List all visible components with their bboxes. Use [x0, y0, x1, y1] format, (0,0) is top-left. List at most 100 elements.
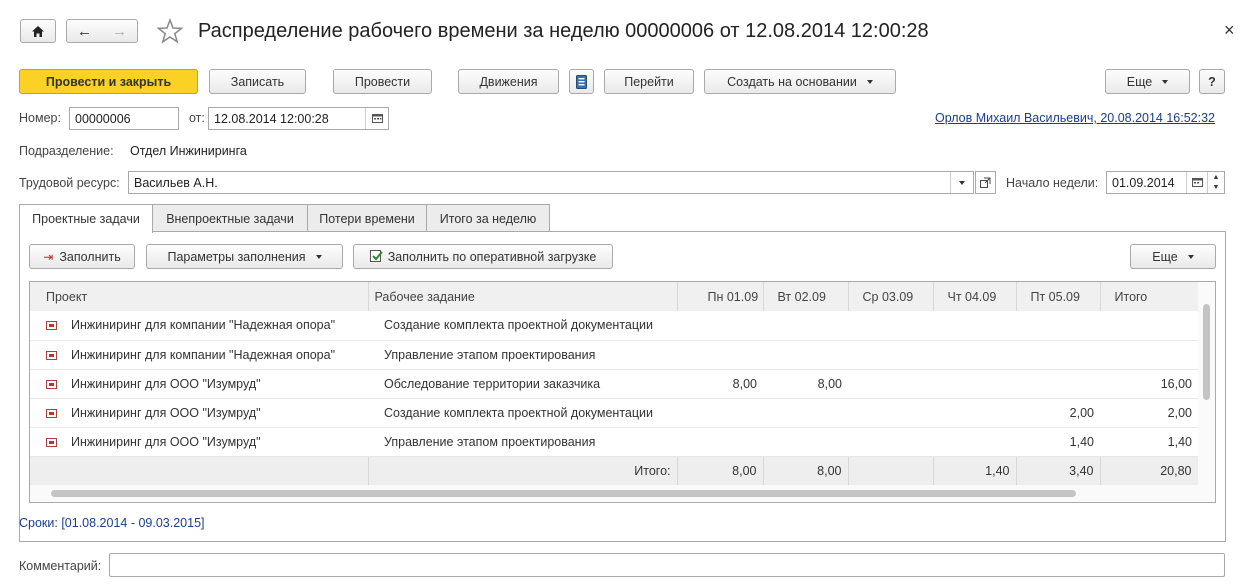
hours-cell[interactable] — [848, 340, 933, 370]
tab-project-tasks[interactable]: Проектные задачи — [19, 204, 153, 233]
hours-cell[interactable] — [848, 369, 933, 399]
column-header[interactable]: Итого — [1100, 282, 1199, 311]
date-field[interactable]: 12.08.2014 12:00:28 — [208, 107, 389, 130]
table-row[interactable]: Инжиниринг для компании "Надежная опора"… — [30, 340, 1198, 370]
hours-cell[interactable] — [1016, 340, 1100, 370]
week-start-field[interactable]: 01.09.2014 ▲ ▼ — [1106, 171, 1225, 194]
tab-non-project-tasks[interactable]: Внепроектные задачи — [152, 204, 308, 232]
week-start-label: Начало недели: — [1006, 176, 1099, 190]
save-button[interactable]: Записать — [209, 69, 306, 94]
task-cell[interactable]: Создание комплекта проектной документаци… — [368, 398, 677, 428]
post-button[interactable]: Провести — [333, 69, 432, 94]
hours-cell[interactable] — [677, 427, 763, 457]
calendar-icon[interactable] — [365, 108, 388, 129]
column-header[interactable]: Рабочее задание — [368, 282, 678, 311]
project-cell[interactable]: Инжиниринг для компании "Надежная опора" — [30, 340, 368, 370]
hours-cell[interactable] — [933, 398, 1016, 428]
table-more-button[interactable]: Еще — [1130, 244, 1216, 269]
hours-cell[interactable] — [763, 311, 848, 341]
open-icon — [980, 177, 991, 188]
hours-cell[interactable] — [677, 340, 763, 370]
table-row[interactable]: Инжиниринг для ООО "Изумруд" Управление э… — [30, 427, 1198, 457]
table-row[interactable]: Инжиниринг для ООО "Изумруд" Обследование… — [30, 369, 1198, 399]
project-name: Инжиниринг для ООО "Изумруд" — [71, 376, 261, 391]
number-field[interactable]: 00000006 — [69, 107, 179, 130]
hours-cell[interactable] — [763, 340, 848, 370]
hours-cell[interactable] — [933, 427, 1016, 457]
hours-cell[interactable]: 8,00 — [763, 369, 848, 399]
home-button[interactable] — [20, 19, 56, 43]
forward-arrow-icon[interactable]: → — [112, 23, 127, 40]
project-cell[interactable]: Инжиниринг для ООО "Изумруд" — [30, 398, 368, 428]
tab-week-total[interactable]: Итого за неделю — [426, 204, 550, 232]
hours-cell[interactable] — [848, 311, 933, 341]
hours-cell[interactable] — [1016, 311, 1100, 341]
hours-cell[interactable] — [848, 398, 933, 428]
movements-button[interactable]: Движения — [458, 69, 559, 94]
totals-cell: 3,40 — [1016, 456, 1101, 485]
project-cell[interactable]: Инжиниринг для компании "Надежная опора" — [30, 311, 368, 341]
column-header[interactable]: Чт 04.09 — [933, 282, 1017, 311]
comment-field[interactable] — [109, 553, 1225, 577]
hours-cell[interactable]: 8,00 — [677, 369, 763, 399]
author-link[interactable]: Орлов Михаил Васильевич, 20.08.2014 16:5… — [935, 111, 1215, 125]
dropdown-icon[interactable] — [950, 172, 973, 193]
post-and-close-button[interactable]: Провести и закрыть — [19, 69, 198, 94]
create-based-on-button[interactable]: Создать на основании — [704, 69, 896, 94]
hours-cell[interactable] — [677, 398, 763, 428]
spin-stepper[interactable]: ▲ ▼ — [1207, 172, 1224, 193]
task-cell[interactable]: Управление этапом проектирования — [368, 427, 677, 457]
horizontal-scrollbar-thumb[interactable] — [51, 490, 1076, 497]
hours-cell[interactable] — [933, 369, 1016, 399]
column-header[interactable]: Ср 03.09 — [848, 282, 934, 311]
hours-cell[interactable] — [1100, 340, 1198, 370]
task-cell[interactable]: Управление этапом проектирования — [368, 340, 677, 370]
column-header[interactable]: Вт 02.09 — [763, 282, 849, 311]
vertical-scrollbar[interactable] — [1198, 282, 1215, 485]
hours-cell[interactable] — [1100, 311, 1198, 341]
task-cell[interactable]: Обследование территории заказчика — [368, 369, 677, 399]
hours-cell[interactable] — [1016, 369, 1100, 399]
spin-down-icon[interactable]: ▼ — [1213, 184, 1220, 191]
calendar-icon[interactable] — [1186, 172, 1207, 193]
favorite-star-icon[interactable] — [156, 17, 184, 47]
table-row[interactable]: Инжиниринг для компании "Надежная опора"… — [30, 311, 1198, 341]
close-icon[interactable]: × — [1224, 20, 1235, 41]
horizontal-scrollbar[interactable] — [30, 485, 1215, 502]
hours-cell[interactable] — [933, 340, 1016, 370]
fill-params-button[interactable]: Параметры заполнения — [146, 244, 343, 269]
fill-by-workload-button[interactable]: Заполнить по оперативной загрузке — [353, 244, 613, 269]
hours-cell[interactable] — [763, 427, 848, 457]
hours-cell[interactable]: 1,40 — [1100, 427, 1198, 457]
project-cell[interactable]: Инжиниринг для ООО "Изумруд" — [30, 427, 368, 457]
tab-time-losses[interactable]: Потери времени — [307, 204, 427, 232]
spin-up-icon[interactable]: ▲ — [1213, 174, 1220, 181]
open-resource-button[interactable] — [975, 171, 996, 194]
hours-cell[interactable]: 2,00 — [1100, 398, 1198, 428]
hours-cell[interactable] — [848, 427, 933, 457]
table-row[interactable]: Инжиниринг для ООО "Изумруд" Создание ком… — [30, 398, 1198, 428]
back-arrow-icon[interactable]: ← — [77, 23, 92, 40]
task-cell[interactable]: Создание комплекта проектной документаци… — [368, 311, 677, 341]
column-header[interactable]: Пт 05.09 — [1016, 282, 1101, 311]
hours-cell[interactable]: 1,40 — [1016, 427, 1100, 457]
go-to-button[interactable]: Перейти — [604, 69, 694, 94]
vertical-scrollbar-thumb[interactable] — [1203, 304, 1210, 400]
project-cell[interactable]: Инжиниринг для ООО "Изумруд" — [30, 369, 368, 399]
date-value: 12.08.2014 12:00:28 — [214, 111, 329, 126]
fill-button[interactable]: ⇥ Заполнить — [29, 244, 135, 269]
resource-field[interactable]: Васильев А.Н. — [128, 171, 974, 194]
report-button[interactable] — [569, 69, 594, 94]
help-button[interactable]: ? — [1199, 69, 1225, 94]
hours-cell[interactable]: 16,00 — [1100, 369, 1198, 399]
hours-cell[interactable]: 2,00 — [1016, 398, 1100, 428]
column-header[interactable]: Пн 01.09 — [677, 282, 764, 311]
column-header[interactable]: Проект — [30, 282, 369, 311]
totals-cell: 8,00 — [677, 456, 764, 485]
hours-cell[interactable] — [677, 311, 763, 341]
department-value: Отдел Инжиниринга — [130, 144, 247, 158]
more-button[interactable]: Еще — [1105, 69, 1190, 94]
project-name: Инжиниринг для компании "Надежная опора" — [71, 347, 336, 362]
hours-cell[interactable] — [933, 311, 1016, 341]
hours-cell[interactable] — [763, 398, 848, 428]
